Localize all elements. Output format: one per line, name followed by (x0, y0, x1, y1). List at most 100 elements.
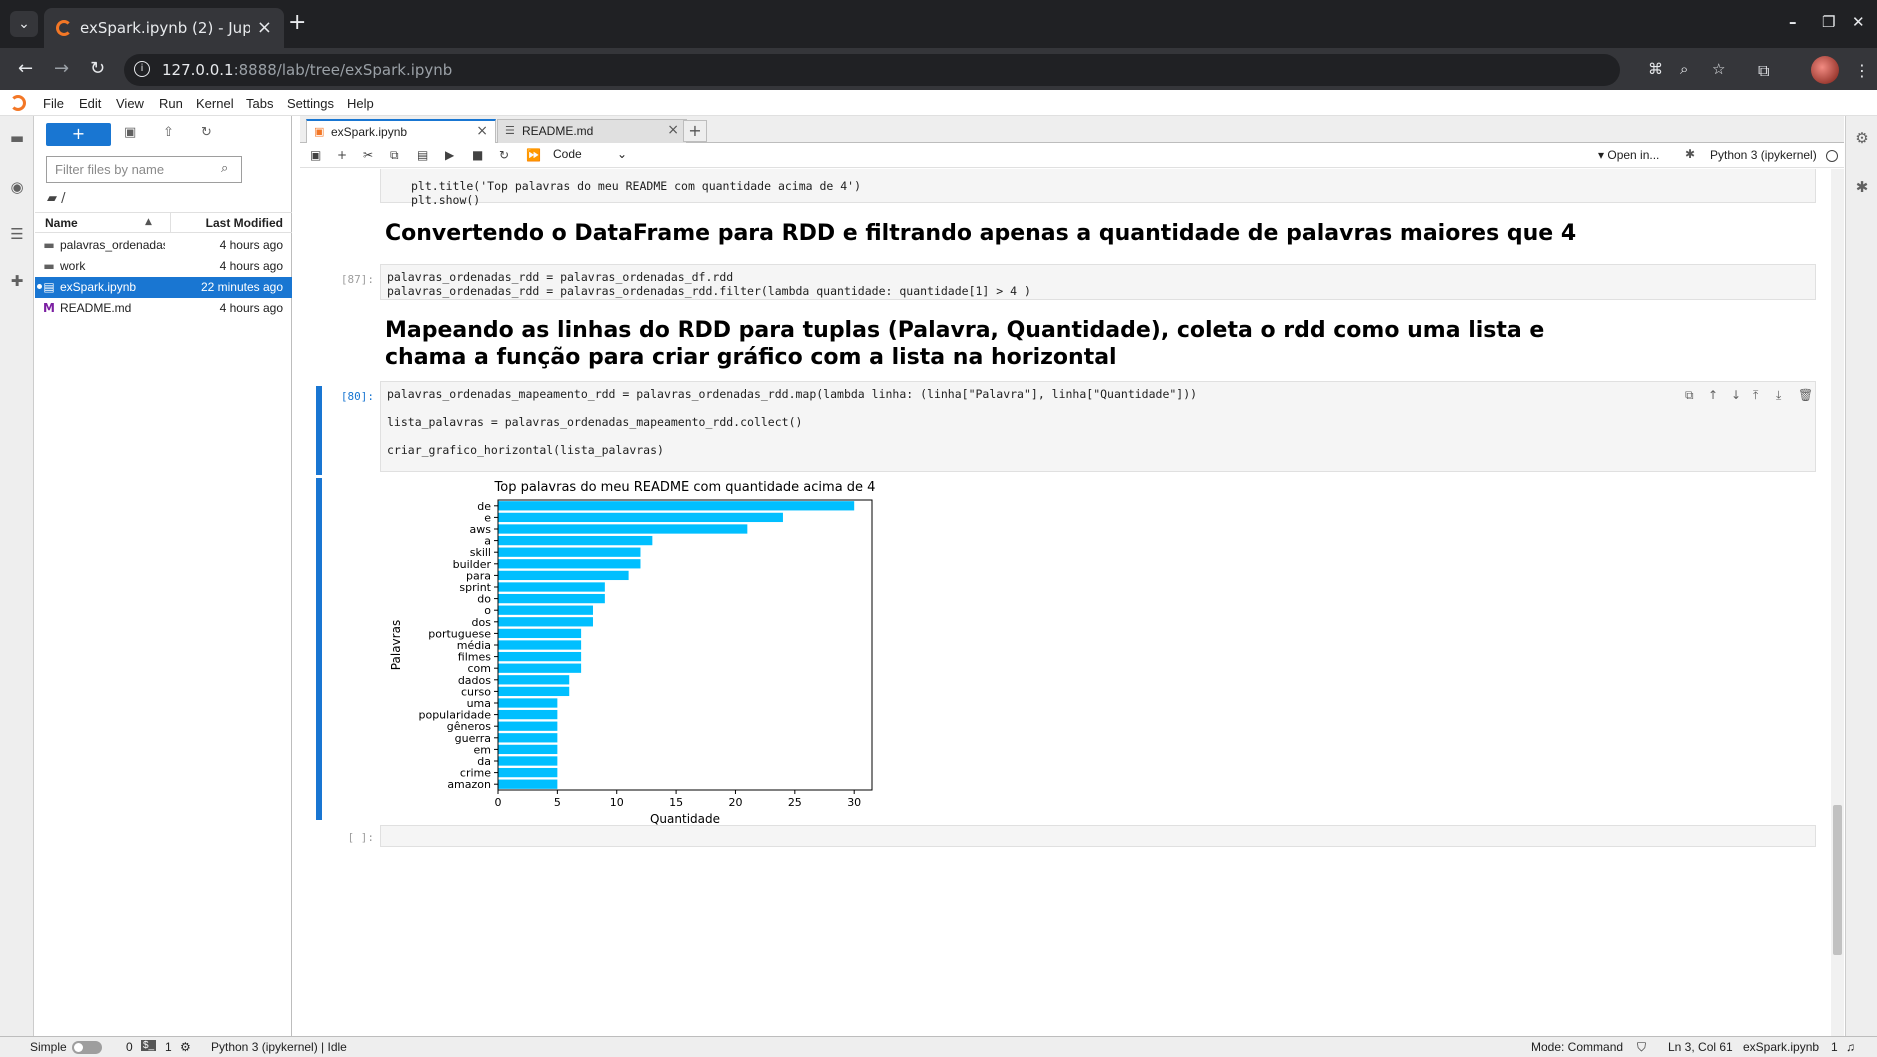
cut-icon[interactable]: ✂ (363, 148, 373, 162)
site-info-icon[interactable]: i (134, 61, 150, 77)
upload-icon[interactable]: ⇧ (163, 125, 174, 140)
open-in-button[interactable]: ▾ Open in... (1598, 148, 1659, 162)
bug-debugger-icon[interactable]: ✱ (1685, 147, 1695, 161)
paste-icon[interactable]: ▤ (417, 148, 428, 162)
file-row-selected[interactable]: ▤ exSpark.ipynb 22 minutes ago (35, 277, 292, 298)
run-icon[interactable]: ▶ (445, 148, 454, 162)
open-in-label: Open in... (1607, 148, 1660, 162)
minimize-icon[interactable]: – (1789, 13, 1797, 31)
column-modified-header[interactable]: Last Modified (206, 216, 283, 230)
kernel-count[interactable]: 1 (165, 1040, 172, 1054)
zoom-icon[interactable]: ⌕ (1680, 60, 1688, 78)
file-row[interactable]: ▬ palavras_ordenadas 4 hours ago (35, 235, 292, 256)
simple-mode-toggle[interactable] (72, 1041, 102, 1054)
column-name-header[interactable]: Name (45, 216, 78, 230)
folder-icon[interactable]: ▬ (8, 129, 26, 147)
notebook-icon: ▤ (43, 280, 55, 294)
filter-files-input[interactable] (46, 156, 242, 183)
stop-icon[interactable]: ■ (472, 148, 483, 162)
translate-icon[interactable]: ⌘ (1648, 60, 1663, 78)
close-tab-icon[interactable]: × (257, 17, 272, 38)
file-row[interactable]: M README.md 4 hours ago (35, 298, 292, 319)
chart-bar (498, 628, 582, 639)
notebook-scrollbar[interactable] (1831, 169, 1844, 1036)
url-text: 127.0.0.1:8888/lab/tree/exSpark.ipynb (162, 61, 452, 79)
debugger-icon[interactable]: ✱ (1853, 178, 1871, 196)
cursor-position[interactable]: Ln 3, Col 61 (1668, 1040, 1733, 1054)
y-axis-label: Palavras (389, 620, 403, 670)
profile-avatar[interactable] (1811, 56, 1839, 84)
tab-label: exSpark.ipynb (331, 125, 408, 139)
output-cell-indicator[interactable] (316, 478, 322, 820)
restart-icon[interactable]: ↻ (499, 148, 509, 162)
markdown-heading[interactable]: Convertendo o DataFrame para RDD e filtr… (385, 220, 1585, 247)
cell-type-select[interactable]: Code ⌄ (553, 147, 629, 161)
tab-search-button[interactable]: ⌄ (10, 11, 38, 37)
extension-puzzle-icon[interactable]: ✚ (8, 272, 26, 290)
file-row[interactable]: ▬ work 4 hours ago (35, 256, 292, 277)
tab-exspark-notebook[interactable]: ▣ exSpark.ipynb × (306, 119, 496, 144)
bookmark-star-icon[interactable]: ☆ (1712, 60, 1725, 78)
markdown-heading[interactable]: Mapeando as linhas do RDD para tuplas (P… (385, 317, 1575, 371)
move-down-icon[interactable]: ↓ (1731, 388, 1741, 402)
chrome-menu-icon[interactable]: ⋮ (1854, 61, 1870, 80)
code-cell-input[interactable]: palavras_ordenadas_mapeamento_rdd = pala… (380, 381, 1816, 472)
menu-help[interactable]: Help (347, 96, 374, 111)
table-of-contents-icon[interactable]: ☰ (8, 225, 26, 243)
url-omnibox[interactable]: i 127.0.0.1:8888/lab/tree/exSpark.ipynb … (124, 54, 1725, 86)
duplicate-cell-icon[interactable]: ⧉ (1685, 388, 1694, 403)
breadcrumb-root[interactable]: / (61, 191, 65, 206)
notebook-mode: Mode: Command (1531, 1040, 1624, 1054)
file-list-header: Name ▲ Last Modified (35, 212, 292, 233)
insert-below-icon[interactable]: ⤓ (1776, 388, 1781, 403)
terminal-count[interactable]: 0 (126, 1040, 133, 1054)
menu-view[interactable]: View (116, 96, 144, 111)
code-cell-input[interactable]: palavras_ordenadas_rdd = palavras_ordena… (380, 264, 1816, 300)
move-up-icon[interactable]: ↑ (1708, 388, 1718, 402)
maximize-icon[interactable]: ❐ (1822, 13, 1835, 31)
home-folder-icon[interactable]: ▰ (47, 191, 57, 206)
close-icon[interactable]: × (667, 122, 679, 138)
tab-readme[interactable]: ☰ README.md × (497, 119, 687, 143)
running-kernels-icon[interactable]: ◉ (8, 178, 26, 196)
notebook-toolbar: ▣ + ✂ ⧉ ▤ ▶ ■ ↻ ⏩ Code ⌄ ▾ Open in... ✱ P… (300, 143, 1844, 168)
new-tab-button[interactable]: + (288, 12, 306, 34)
insert-cell-icon[interactable]: + (337, 148, 347, 162)
new-launcher-button[interactable]: + (46, 123, 111, 146)
add-tab-button[interactable]: + (683, 120, 707, 142)
save-icon[interactable]: ▣ (310, 148, 321, 162)
column-divider[interactable] (170, 213, 171, 233)
close-window-icon[interactable]: ✕ (1852, 13, 1865, 31)
code-cell-input[interactable]: plt.title('Top palavras do meu README co… (380, 169, 1816, 207)
bell-icon[interactable]: ♫ (1846, 1040, 1855, 1054)
property-inspector-icon[interactable]: ⚙ (1853, 129, 1871, 147)
forward-icon[interactable]: → (54, 58, 69, 79)
menu-tabs[interactable]: Tabs (246, 96, 273, 111)
run-all-icon[interactable]: ⏩ (526, 148, 541, 162)
menu-settings[interactable]: Settings (287, 96, 334, 111)
scrollbar-thumb[interactable] (1833, 805, 1842, 955)
menu-run[interactable]: Run (159, 96, 183, 111)
new-folder-icon[interactable]: ▣ (124, 125, 136, 140)
insert-above-icon[interactable]: ⤒ (1753, 388, 1758, 403)
copy-icon[interactable]: ⧉ (390, 148, 399, 163)
browser-tab[interactable]: exSpark.ipynb (2) - Jupyter × (44, 8, 284, 48)
empty-code-cell[interactable] (380, 825, 1816, 847)
document-tab-bar: ▣ exSpark.ipynb × ☰ README.md × + (300, 116, 1844, 144)
menu-file[interactable]: File (43, 96, 64, 111)
back-icon[interactable]: ← (18, 58, 33, 79)
extensions-icon[interactable]: ⧉ (1758, 61, 1769, 81)
menu-edit[interactable]: Edit (79, 96, 101, 111)
kernel-name-button[interactable]: Python 3 (ipykernel) (1710, 148, 1817, 162)
reload-icon[interactable]: ↻ (90, 58, 105, 79)
delete-cell-icon[interactable]: 🗑 (1798, 388, 1813, 402)
chart-bar (498, 640, 582, 650)
browser-tab-title: exSpark.ipynb (2) - Jupyter (80, 19, 250, 37)
menu-kernel[interactable]: Kernel (196, 96, 234, 111)
refresh-icon[interactable]: ↻ (201, 125, 212, 140)
kernel-status[interactable]: Python 3 (ipykernel) | Idle (211, 1040, 347, 1054)
close-icon[interactable]: × (476, 123, 488, 139)
cell-prompt: [80]: (340, 390, 374, 403)
chart-bar (498, 501, 855, 511)
notification-count[interactable]: 1 (1831, 1040, 1838, 1054)
